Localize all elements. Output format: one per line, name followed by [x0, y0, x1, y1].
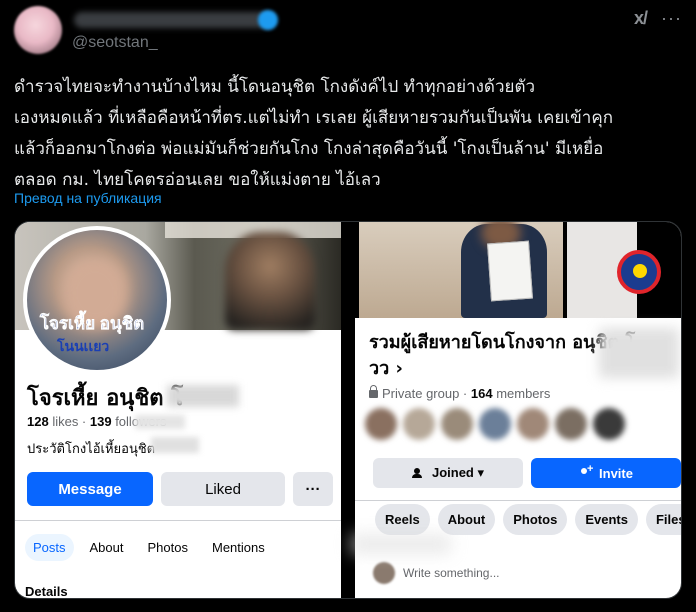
group-cover-photo — [355, 222, 681, 318]
tab-posts: Posts — [25, 534, 74, 561]
divider — [15, 520, 341, 521]
member-avatars-blurred — [365, 408, 675, 444]
group-meta: Private group · 164 members — [369, 385, 551, 401]
chip-reels: Reels — [375, 504, 430, 535]
police-logo-icon — [617, 250, 661, 294]
more-icon[interactable]: ··· — [661, 8, 682, 29]
members-count: 164 — [470, 386, 493, 401]
facebook-profile-screenshot: โจรเหี้ย อนุชิต โนนเเยว โจรเหี้ย อนุชิต … — [15, 222, 341, 599]
tab-mentions: Mentions — [211, 540, 265, 555]
write-post-row: Write something... — [373, 562, 499, 584]
profile-tabs: Posts About Photos Mentions — [25, 534, 273, 561]
post-text: ดำรวจไทยจะทำงานบ้างไหม นี้โดนอนุชิต โกงด… — [14, 77, 613, 190]
grok-icon[interactable]: x/ — [634, 8, 648, 29]
chip-events: Events — [575, 504, 638, 535]
verified-badge-icon — [258, 10, 278, 30]
avatar-caption-secondary: โนนเเยว — [57, 338, 110, 354]
chip-about: About — [437, 504, 496, 535]
people-icon — [411, 468, 426, 478]
chip-files: Files — [645, 504, 681, 535]
screen-glare — [351, 534, 451, 554]
group-tabs: Reels About Photos Events Files — [375, 504, 681, 535]
tab-about: About — [89, 540, 124, 555]
title-redaction — [599, 328, 679, 378]
invite-button: Invite — [531, 458, 681, 488]
chip-photos: Photos — [503, 504, 568, 535]
profile-more-button: ··· — [293, 472, 333, 506]
write-placeholder: Write something... — [403, 566, 500, 580]
cover-person-blurred — [225, 232, 315, 330]
likes-count: 128 — [27, 414, 49, 429]
profile-name: โจรเหี้ย อนุชิต โ — [27, 386, 184, 411]
avatar-caption: โจรเหี้ย อนุชิต — [39, 314, 145, 334]
top-actions: x/ ··· — [634, 8, 682, 29]
likes-label: likes · — [48, 414, 90, 429]
name-redaction — [167, 385, 239, 407]
liked-button: Liked — [161, 472, 285, 506]
invite-label: Invite — [599, 465, 633, 481]
add-user-icon — [579, 463, 593, 478]
profile-bio: ประวัติโกงไอ้เหี้ยอนุชิต — [27, 442, 156, 457]
author-name-blurred[interactable] — [74, 12, 274, 28]
privacy-label: Private group · — [382, 386, 471, 401]
message-button: Message — [27, 472, 153, 506]
bio-redaction — [151, 437, 199, 453]
tab-photos: Photos — [147, 540, 188, 555]
author-handle[interactable]: @seotstan_ — [72, 34, 158, 52]
divider — [355, 500, 681, 501]
author-avatar[interactable] — [14, 6, 62, 54]
stats-redaction — [135, 415, 185, 429]
user-avatar — [373, 562, 395, 584]
translate-link[interactable]: Превод на публикация — [14, 190, 162, 206]
details-heading: Details — [25, 584, 68, 599]
joined-button: Joined ▾ — [373, 458, 523, 488]
joined-label: Joined ▾ — [431, 465, 485, 480]
members-label: members — [492, 386, 551, 401]
lock-icon — [369, 385, 378, 398]
followers-count: 139 — [89, 414, 112, 429]
cover-document — [487, 240, 533, 302]
post-media[interactable]: โจรเหี้ย อนุชิต โนนเเยว โจรเหี้ย อนุชิต … — [14, 221, 682, 599]
